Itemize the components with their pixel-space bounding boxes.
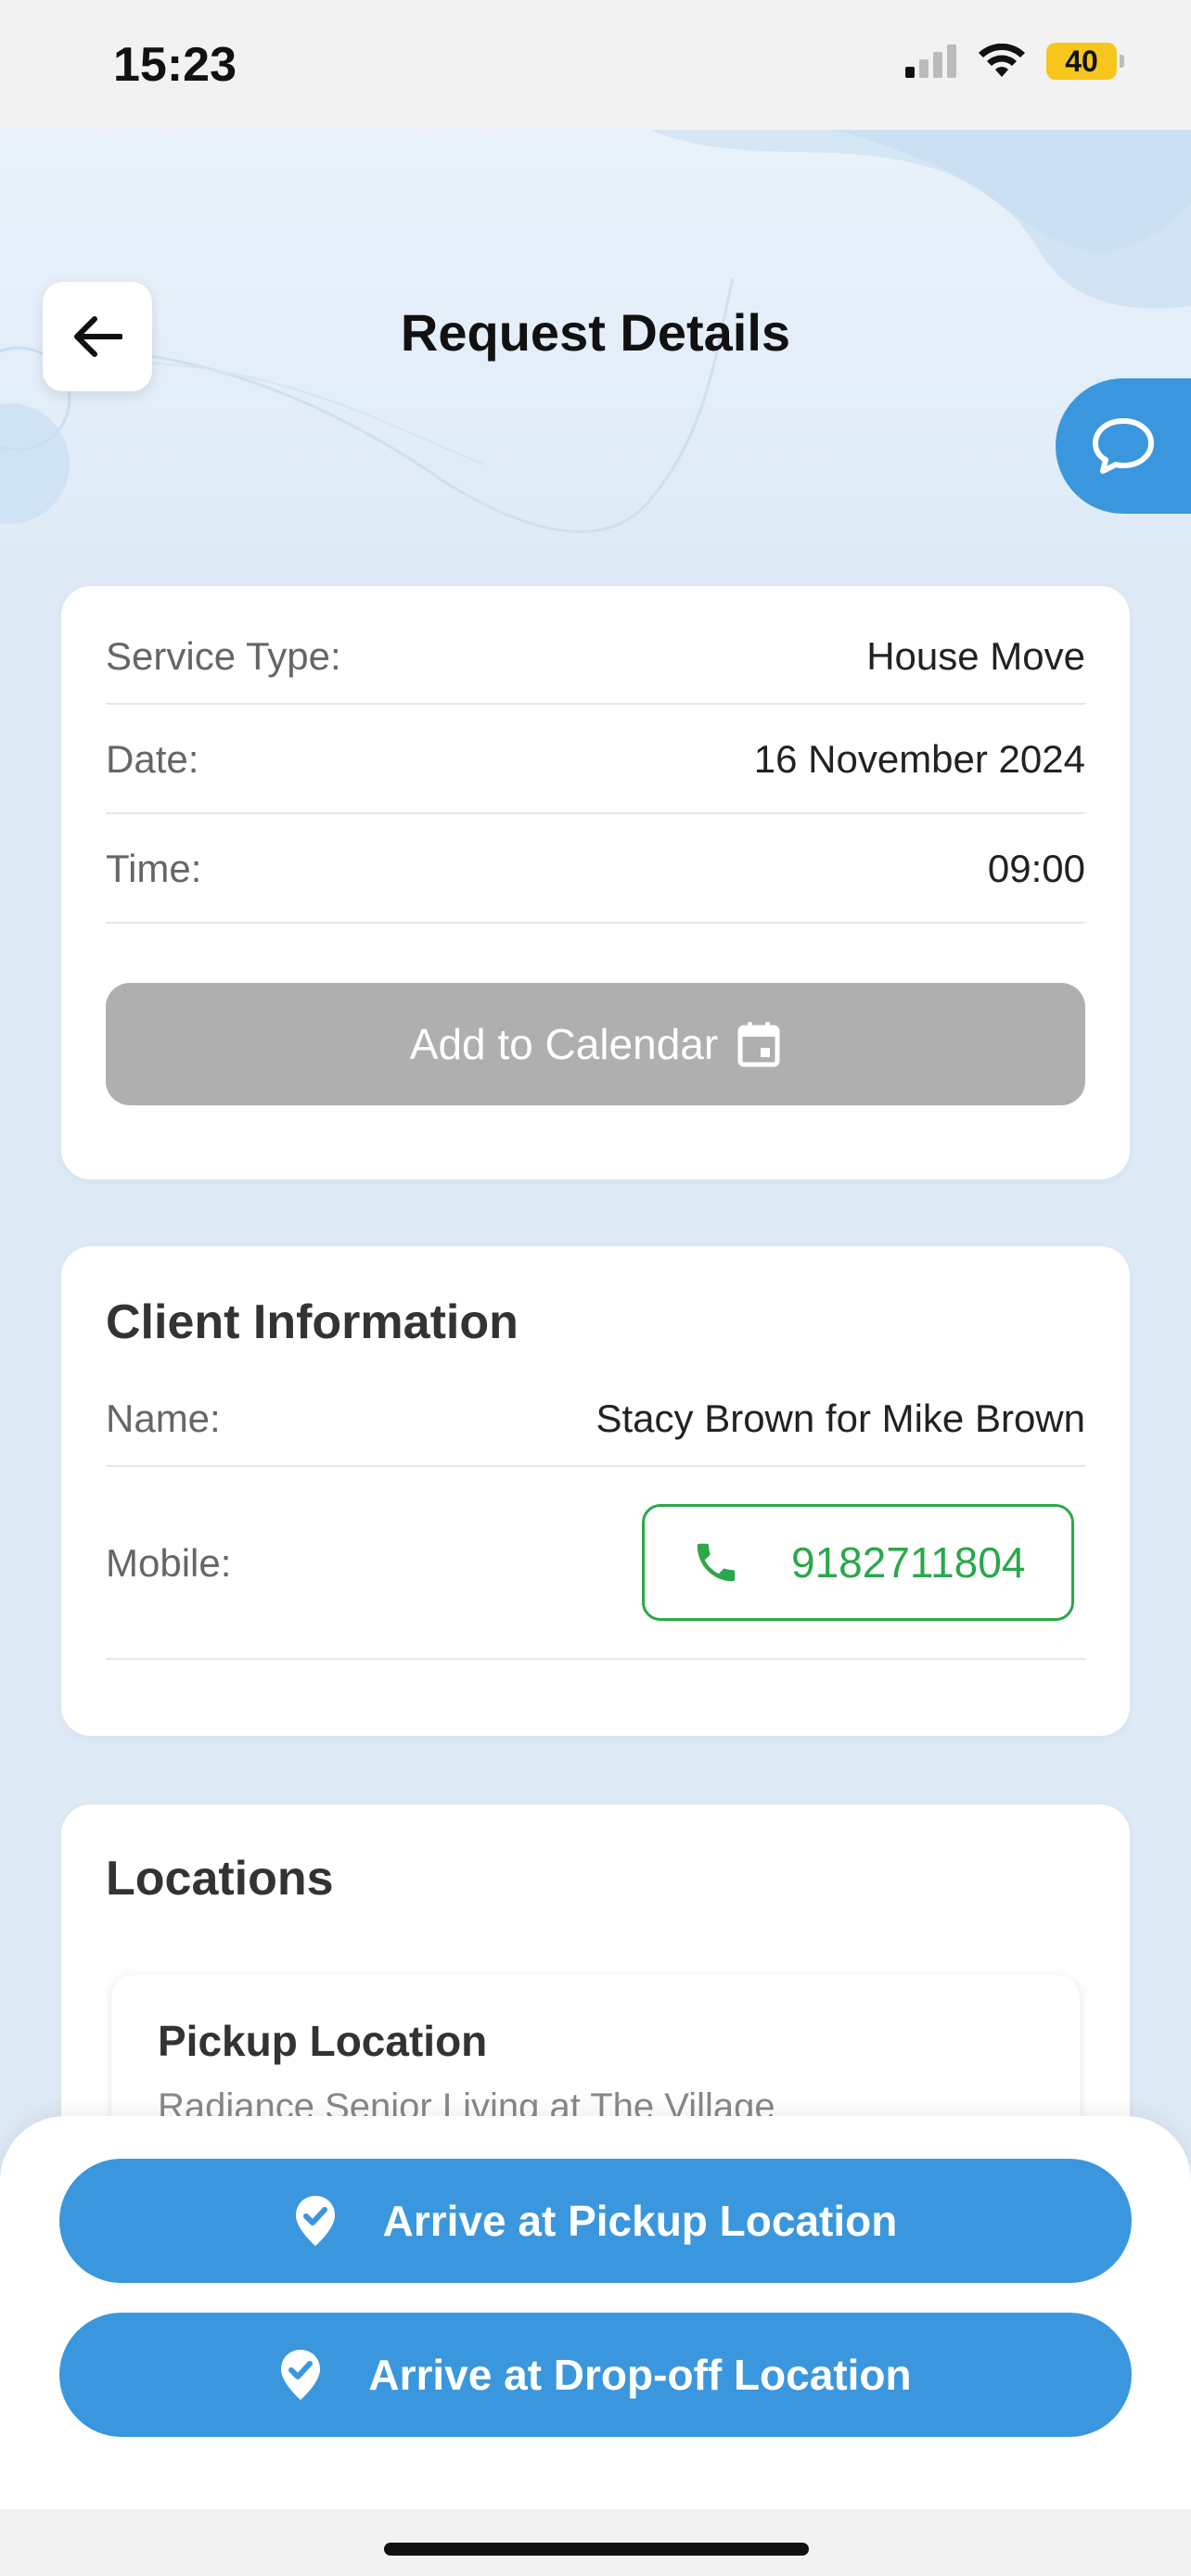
status-bar: 15:23 40 <box>0 0 1191 130</box>
arrive-at-dropoff-label: Arrive at Drop-off Location <box>368 2351 912 2399</box>
call-phone-button[interactable]: 9182711804 <box>642 1504 1074 1621</box>
date-row: Date: 16 November 2024 <box>106 707 1085 814</box>
time-row: Time: 09:00 <box>106 816 1085 924</box>
client-name-label: Name: <box>106 1396 221 1440</box>
pickup-location-title: Pickup Location <box>158 2017 488 2065</box>
client-information-title: Client Information <box>106 1295 519 1349</box>
service-type-label: Service Type: <box>106 634 341 678</box>
arrive-at-pickup-label: Arrive at Pickup Location <box>382 2197 898 2245</box>
phone-icon <box>697 1543 736 1582</box>
date-label: Date: <box>106 737 199 781</box>
client-information-card: Client Information Name: Stacy Brown for… <box>61 1246 1130 1736</box>
location-check-icon <box>281 2350 321 2400</box>
service-type-value: House Move <box>866 634 1085 678</box>
client-name-row: Name: Stacy Brown for Mike Brown <box>106 1372 1085 1467</box>
time-value: 09:00 <box>987 847 1085 890</box>
add-to-calendar-button[interactable]: Add to Calendar <box>106 983 1085 1105</box>
client-mobile-number: 9182711804 <box>791 1538 1026 1587</box>
date-value: 16 November 2024 <box>753 737 1085 781</box>
locations-title: Locations <box>106 1852 334 1906</box>
battery-indicator: 40 <box>1046 43 1124 80</box>
add-to-calendar-label: Add to Calendar <box>409 1020 719 1068</box>
client-mobile-label: Mobile: <box>106 1541 232 1585</box>
location-check-icon <box>295 2196 335 2246</box>
time-label: Time: <box>106 847 202 890</box>
home-indicator-area <box>0 2509 1191 2576</box>
page-title: Request Details <box>400 303 791 362</box>
bottom-action-sheet: Arrive at Pickup Location Arrive at Drop… <box>0 2116 1191 2509</box>
arrive-at-dropoff-button[interactable]: Arrive at Drop-off Location <box>59 2313 1132 2437</box>
service-type-row: Service Type: House Move <box>106 610 1085 705</box>
chat-button[interactable] <box>1056 378 1191 514</box>
status-icons: 40 <box>905 43 1124 80</box>
signal-icon <box>905 45 956 78</box>
calendar-icon <box>737 1022 780 1067</box>
wifi-icon <box>979 44 1025 77</box>
request-details-card: Service Type: House Move Date: 16 Novemb… <box>61 586 1130 1180</box>
chat-bubble-icon <box>1093 418 1154 474</box>
arrive-at-pickup-button[interactable]: Arrive at Pickup Location <box>59 2159 1132 2283</box>
status-time: 15:23 <box>113 38 237 92</box>
client-name-value: Stacy Brown for Mike Brown <box>596 1396 1085 1440</box>
home-indicator[interactable] <box>384 2543 809 2556</box>
